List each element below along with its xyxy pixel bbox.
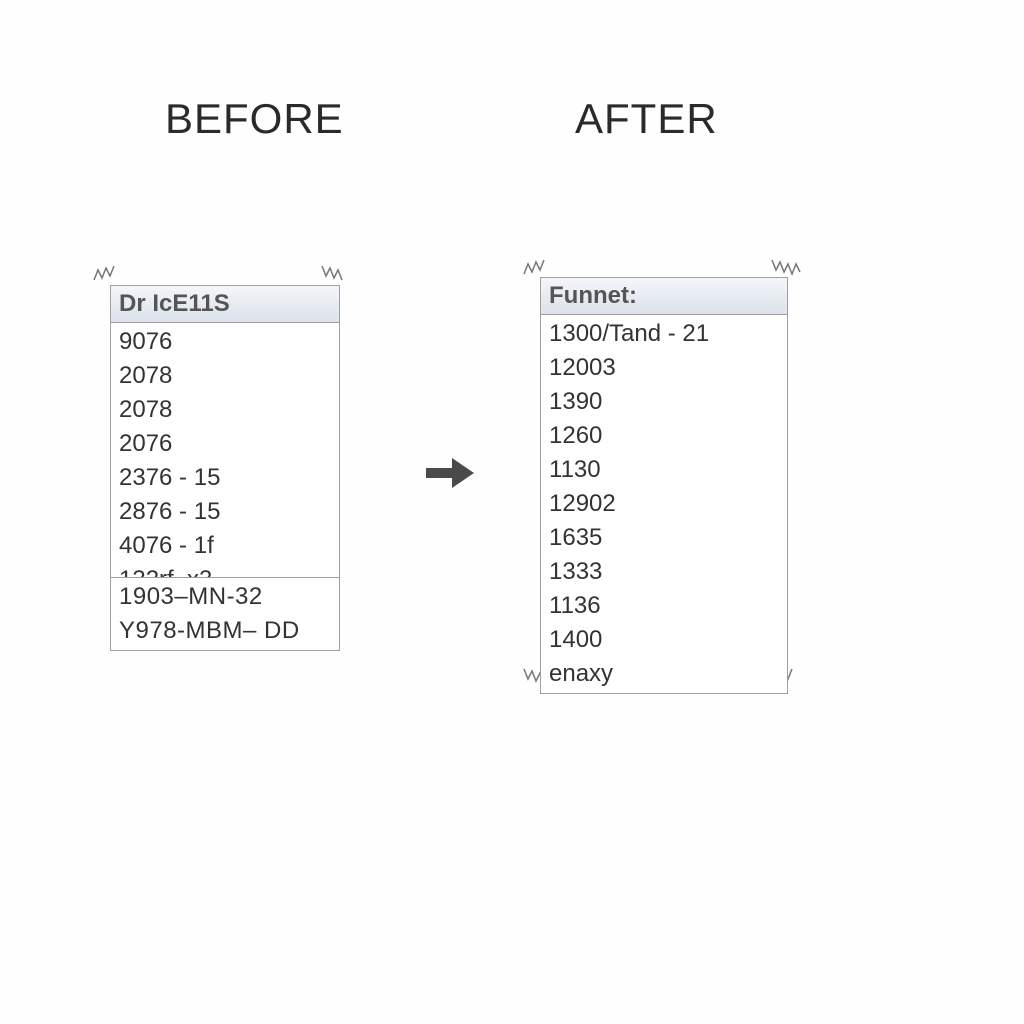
sparkle-icon (320, 258, 354, 284)
list-item: 2076 (111, 427, 339, 461)
before-panel-body: 9076 2078 2078 2076 2376 - 15 2876 - 15 … (111, 323, 339, 599)
list-item: enaxy (541, 657, 787, 691)
before-panel-header: Dr IcE11S (111, 286, 339, 323)
list-item: 12902 (541, 487, 787, 521)
list-item: 1400 (541, 623, 787, 657)
list-item: 1903–MN-32 (111, 580, 339, 614)
after-panel: Funnet: 1300/Tand - 21 12003 1390 1260 1… (540, 277, 788, 694)
list-item: 9076 (111, 325, 339, 359)
after-panel-header: Funnet: (541, 278, 787, 315)
after-panel-body: 1300/Tand - 21 12003 1390 1260 1130 1290… (541, 315, 787, 693)
sparkle-icon (770, 252, 814, 278)
before-panel-bottom: 1903–MN-32 Y978-MBM– DD (110, 577, 340, 651)
list-item: 12003 (541, 351, 787, 385)
list-item: 1130 (541, 453, 787, 487)
list-item: 2376 - 15 (111, 461, 339, 495)
list-item: 2078 (111, 393, 339, 427)
list-item: 2078 (111, 359, 339, 393)
before-panel: Dr IcE11S 9076 2078 2078 2076 2376 - 15 … (110, 285, 340, 600)
list-item: 1300/Tand - 21 (541, 317, 787, 351)
heading-before: BEFORE (165, 95, 344, 143)
list-item: 1260 (541, 419, 787, 453)
sparkle-icon (522, 252, 556, 278)
list-item: 1635 (541, 521, 787, 555)
before-panel-bottom-body: 1903–MN-32 Y978-MBM– DD (111, 578, 339, 650)
arrow-right-icon (422, 448, 478, 498)
list-item: 1136 (541, 589, 787, 623)
list-item: 4076 - 1f (111, 529, 339, 563)
sparkle-icon (92, 258, 126, 284)
list-item: 2876 - 15 (111, 495, 339, 529)
list-item: 1333 (541, 555, 787, 589)
heading-after: AFTER (575, 95, 718, 143)
list-item: Y978-MBM– DD (111, 614, 339, 648)
list-item: 1390 (541, 385, 787, 419)
